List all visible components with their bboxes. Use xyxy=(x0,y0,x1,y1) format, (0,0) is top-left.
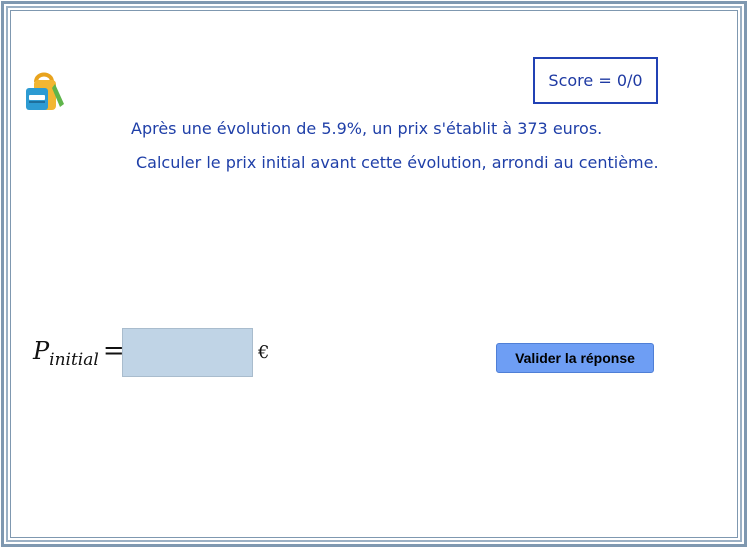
question-instruction: Calculer le prix initial avant cette évo… xyxy=(136,153,659,172)
score-display: Score = 0/0 xyxy=(533,57,658,104)
validate-button[interactable]: Valider la réponse xyxy=(496,343,654,373)
formula-variable: P xyxy=(33,337,50,365)
formula-subscript: initial xyxy=(49,350,99,370)
question-statement: Après une évolution de 5.9%, un prix s'é… xyxy=(131,119,603,138)
answer-input[interactable] xyxy=(122,328,253,377)
backpack-icon xyxy=(26,72,64,110)
euro-unit: € xyxy=(258,342,270,363)
formula-label: Pinitial = xyxy=(33,336,125,370)
